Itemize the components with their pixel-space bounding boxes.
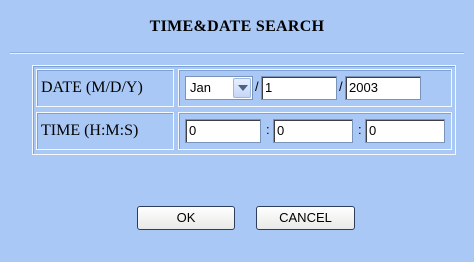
- minute-input[interactable]: 0: [273, 119, 353, 143]
- second-input[interactable]: 0: [365, 119, 445, 143]
- cancel-button[interactable]: CANCEL: [256, 206, 355, 230]
- date-separator: /: [339, 79, 343, 94]
- month-select-value: Jan: [190, 80, 211, 95]
- chevron-down-icon[interactable]: [233, 78, 251, 98]
- year-input[interactable]: 2003: [345, 76, 421, 100]
- time-separator: :: [266, 122, 270, 137]
- date-separator: /: [255, 79, 259, 94]
- time-label-cell: TIME (H:M:S): [36, 112, 174, 150]
- search-form-table: DATE (M/D/Y) Jan / 1 / 2003 TIME (H:M:S)…: [32, 65, 456, 155]
- day-input[interactable]: 1: [261, 76, 337, 100]
- date-label: DATE (M/D/Y): [41, 79, 143, 96]
- page-title: TIME&DATE SEARCH: [149, 18, 325, 35]
- ok-button[interactable]: OK: [137, 206, 235, 230]
- hour-input[interactable]: 0: [185, 119, 261, 143]
- month-select[interactable]: Jan: [185, 76, 253, 100]
- date-row: DATE (M/D/Y) Jan / 1 / 2003: [36, 69, 452, 107]
- time-separator: :: [358, 122, 362, 137]
- title-divider: [10, 52, 464, 54]
- time-row: TIME (H:M:S) 0 : 0 : 0: [36, 112, 452, 150]
- date-label-cell: DATE (M/D/Y): [36, 69, 174, 107]
- time-value-cell: 0 : 0 : 0: [178, 112, 452, 150]
- time-label: TIME (H:M:S): [41, 122, 139, 139]
- date-value-cell: Jan / 1 / 2003: [178, 69, 452, 107]
